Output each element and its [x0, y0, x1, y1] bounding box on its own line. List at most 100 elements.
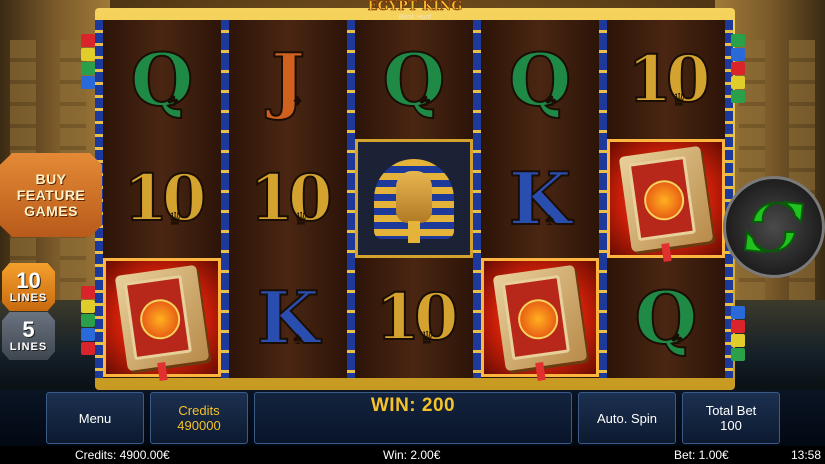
payline-marker [731, 34, 745, 47]
buy-feature-label-line1: BUY [35, 171, 67, 187]
symbol-q: Q ♣ [607, 258, 725, 377]
reel-divider [473, 20, 481, 378]
symbol-glyph: Q [382, 36, 447, 122]
menu-label: Menu [78, 410, 112, 426]
lines-10-label: LINES [9, 292, 48, 304]
symbol-q: Q ♣ [103, 20, 221, 139]
symbol-pharaoh [355, 139, 473, 258]
credits-label: Credits [178, 403, 220, 418]
win-panel: WIN: 200 [254, 392, 572, 444]
buy-feature-label-line2: FEATURE [16, 187, 86, 203]
pharaoh-beard [408, 220, 420, 243]
menu-button[interactable]: Menu [46, 392, 144, 444]
symbol-glyph: Q [634, 274, 699, 360]
game-logo: EGYPT KING Book Hunt [340, 0, 490, 24]
total-bet-label: Total Bet [705, 403, 757, 418]
payline-marker [81, 328, 95, 341]
logo-subtitle: Book Hunt [398, 14, 432, 21]
auto-spin-button[interactable]: Auto. Spin [578, 392, 676, 444]
lines-10-number: 10 [16, 268, 41, 293]
symbol-glyph: K [256, 274, 321, 360]
symbol-glyph: K [508, 155, 573, 241]
buy-feature-games-button[interactable]: BUY FEATURE GAMES [0, 153, 102, 237]
refresh-arrows-icon [743, 200, 805, 254]
bookmark-ribbon [535, 361, 546, 381]
symbol-q: Q ♣ [355, 20, 473, 139]
symbol-10: 10 ♛ [355, 258, 473, 377]
symbol-glyph: Q [130, 36, 195, 122]
credits-value: 490000 [177, 418, 221, 433]
symbol-k: K ♠ [229, 258, 347, 377]
sun-disc-icon [515, 296, 561, 342]
spade-icon: ♠ [545, 209, 555, 229]
lines-10-button[interactable]: 10 LINES [2, 263, 55, 311]
symbol-k: K ♠ [481, 139, 599, 258]
symbol-glyph: 10 [626, 41, 711, 117]
payline-marker [731, 334, 745, 347]
status-time: 13:58 [791, 448, 822, 462]
reel-divider [347, 20, 355, 378]
book-cover [123, 274, 193, 360]
crown-icon: ♛ [167, 209, 184, 229]
symbol-10: 10 ♛ [103, 139, 221, 258]
symbol-glyph: Q [508, 36, 573, 122]
symbol-10: 10 ♛ [607, 20, 725, 139]
symbol-j: J ♦ [229, 20, 347, 139]
total-bet-button[interactable]: Total Bet 100 [682, 392, 780, 444]
symbol-10: 10 ♛ [229, 139, 347, 258]
payline-marker [731, 306, 745, 319]
book-cover [501, 274, 571, 360]
spin-button[interactable] [723, 176, 825, 278]
bookmark-ribbon [157, 361, 168, 381]
win-amount: WIN: 200 [370, 395, 456, 416]
buy-feature-label-line3: GAMES [24, 203, 78, 219]
payline-marker [731, 320, 745, 333]
symbol-book [103, 258, 221, 381]
book-icon [618, 145, 714, 262]
symbol-glyph: 10 [248, 160, 333, 236]
lines-5-label: LINES [9, 341, 48, 353]
symbol-q: Q ♣ [481, 20, 599, 139]
lines-5-number: 5 [22, 317, 35, 342]
payline-marker [81, 62, 95, 75]
total-bet-value: 100 [720, 418, 742, 433]
book-icon [114, 264, 210, 381]
payline-marker [731, 62, 745, 75]
pharaoh-icon [374, 149, 454, 249]
sun-disc-icon [641, 177, 687, 223]
payline-marker [731, 90, 745, 103]
status-bet: Bet: 1.00€ [674, 448, 729, 462]
payline-marker [81, 286, 95, 299]
payline-marker [731, 348, 745, 361]
spade-icon: ♠ [293, 328, 303, 348]
symbol-book [607, 139, 725, 262]
book-icon [492, 264, 588, 381]
payline-marker [81, 342, 95, 355]
payline-marker [81, 76, 95, 89]
payline-marker [81, 48, 95, 61]
logo-title: EGYPT KING [367, 0, 463, 14]
club-icon: ♣ [671, 328, 683, 348]
reel-divider [599, 20, 607, 378]
crown-icon: ♛ [419, 328, 436, 348]
credits-panel: Credits 490000 [150, 392, 248, 444]
status-bar: Credits: 4900.00€ Win: 2.00€ Bet: 1.00€ … [0, 446, 825, 464]
book-cover [627, 155, 697, 241]
payline-marker [81, 314, 95, 327]
reel-divider [221, 20, 229, 378]
status-credits: Credits: 4900.00€ [75, 448, 170, 462]
crown-icon: ♛ [671, 90, 688, 110]
club-icon: ♣ [167, 90, 179, 110]
payline-marker [731, 48, 745, 61]
sun-disc-icon [137, 296, 183, 342]
payline-marker [731, 76, 745, 89]
pharaoh-face [396, 170, 432, 223]
payline-marker [81, 34, 95, 47]
crown-icon: ♛ [293, 209, 310, 229]
lines-5-button[interactable]: 5 LINES [2, 312, 55, 360]
auto-spin-label: Auto. Spin [597, 410, 657, 426]
symbol-glyph: 10 [122, 160, 207, 236]
diamond-icon: ♦ [293, 90, 303, 110]
symbol-glyph: 10 [374, 279, 459, 355]
club-icon: ♣ [419, 90, 431, 110]
